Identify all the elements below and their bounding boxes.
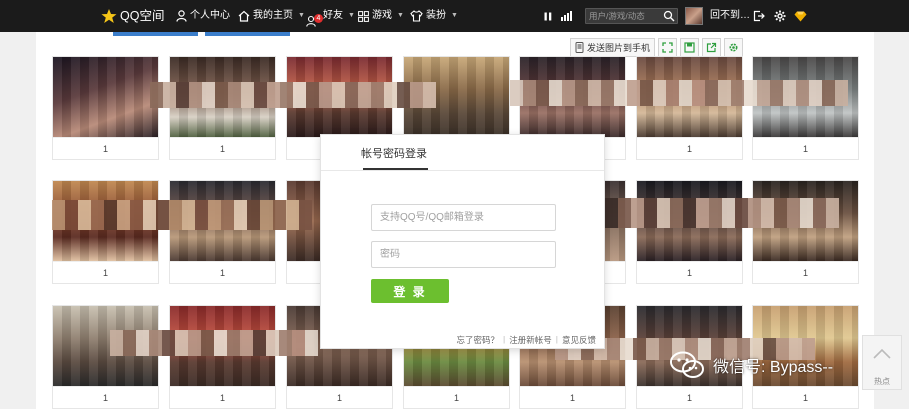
home-icon <box>238 10 250 22</box>
top-nav-bar: QQ空间 个人中心 我的主页 ▼ 4 好友 ▼ 游戏 ▼ 装扮 ▼ 回不到 <box>0 0 909 32</box>
search-icon[interactable] <box>663 10 675 22</box>
photo-caption: 1 <box>753 386 858 408</box>
photo-caption: 1 <box>287 386 392 408</box>
send-to-phone-button[interactable]: 发送图片到手机 <box>570 37 656 57</box>
nav-item-friends[interactable]: 4 好友 ▼ <box>306 0 355 32</box>
photo-toolbar: 发送图片到手机 <box>570 36 744 58</box>
photo-caption: 1 <box>170 386 275 408</box>
logo-text: QQ空间 <box>120 9 165 23</box>
pixelated-redaction <box>605 198 839 228</box>
phone-icon <box>575 41 584 53</box>
username-input[interactable] <box>372 205 555 230</box>
chevron-down-icon: ▼ <box>348 12 355 19</box>
fullscreen-button[interactable] <box>658 37 678 57</box>
nav-item-label: 个人中心 <box>190 10 230 21</box>
star-icon <box>101 9 117 23</box>
nav-item-label: 我的主页 <box>253 10 293 21</box>
photo-card[interactable]: 1 <box>169 56 276 160</box>
photo-caption: 1 <box>404 386 509 408</box>
pixelated-redaction <box>150 82 436 108</box>
username[interactable]: 回不到… <box>710 0 750 32</box>
password-field <box>371 241 556 268</box>
nav-item-label: 装扮 <box>426 10 446 21</box>
photo-caption: 1 <box>637 137 742 159</box>
photo-caption: 1 <box>753 261 858 283</box>
login-dialog: 帐号密码登录 登 录 忘了密码？ | 注册新帐号 | 意见反馈 <box>320 134 605 349</box>
back-to-top-widget[interactable]: 热点 <box>862 335 902 390</box>
share-button[interactable] <box>702 37 722 57</box>
settings-button[interactable] <box>724 37 744 57</box>
divider <box>321 170 604 171</box>
grid-icon <box>358 10 369 22</box>
photo-card[interactable]: 1 <box>52 180 159 284</box>
photo-caption: 1 <box>520 386 625 408</box>
separator: | <box>503 334 506 344</box>
nav-item-my-homepage[interactable]: 我的主页 ▼ <box>238 0 305 32</box>
signal-bars-icon[interactable] <box>561 0 572 32</box>
tab-password-login[interactable]: 帐号密码登录 <box>361 145 427 161</box>
login-links: 忘了密码？ | 注册新帐号 | 意见反馈 <box>457 334 596 346</box>
photo-card[interactable]: 1 <box>752 180 859 284</box>
chevron-down-icon: ▼ <box>397 12 404 19</box>
photo-thumbnail[interactable] <box>53 57 158 137</box>
gear-icon[interactable] <box>774 0 786 32</box>
photo-caption: 1 <box>53 386 158 408</box>
photo-caption: 1 <box>170 137 275 159</box>
nav-item-label: 好友 <box>323 10 343 21</box>
photo-card[interactable]: 1 <box>52 56 159 160</box>
save-icon <box>684 41 695 53</box>
photo-card[interactable]: 1 <box>52 305 159 409</box>
nav-item-decorate[interactable]: 装扮 ▼ <box>410 0 458 32</box>
gear-icon <box>729 42 738 52</box>
chevron-up-icon <box>873 348 891 359</box>
chevron-down-icon: ▼ <box>298 12 305 19</box>
pixelated-redaction <box>110 330 318 356</box>
photo-caption: 1 <box>637 386 742 408</box>
photo-caption: 1 <box>637 261 742 283</box>
photo-card[interactable]: 1 <box>752 56 859 160</box>
password-input[interactable] <box>372 242 555 267</box>
pause-icon[interactable] <box>544 0 552 32</box>
photo-card[interactable]: 1 <box>169 305 276 409</box>
register-link[interactable]: 注册新帐号 <box>509 334 552 346</box>
send-to-phone-label: 发送图片到手机 <box>587 42 651 53</box>
photo-caption: 1 <box>753 137 858 159</box>
tab-stub <box>205 32 290 36</box>
vip-diamond-icon[interactable] <box>794 0 807 32</box>
chevron-down-icon: ▼ <box>451 12 458 19</box>
search-box <box>585 8 678 24</box>
login-button[interactable]: 登 录 <box>371 279 449 303</box>
expand-icon <box>662 41 673 53</box>
photo-card[interactable]: 1 <box>169 180 276 284</box>
nav-item-personal-center[interactable]: 个人中心 <box>176 0 230 32</box>
search-input[interactable] <box>586 9 664 23</box>
save-button[interactable] <box>680 37 700 57</box>
avatar[interactable] <box>685 7 703 25</box>
share-icon <box>706 42 717 52</box>
tab-stub <box>113 32 198 36</box>
username-text: 回不到… <box>710 10 750 21</box>
watermark-text: 微信号: Bypass-- <box>713 359 834 376</box>
nav-item-label: 游戏 <box>372 10 392 21</box>
username-field <box>371 204 556 231</box>
forgot-password-link[interactable]: 忘了密码？ <box>457 334 500 346</box>
photo-caption: 1 <box>53 261 158 283</box>
person-icon <box>176 10 187 22</box>
qzone-logo[interactable]: QQ空间 <box>101 0 164 32</box>
logout-icon[interactable] <box>753 0 765 32</box>
photo-caption: 1 <box>53 137 158 159</box>
nav-item-games[interactable]: 游戏 ▼ <box>358 0 404 32</box>
photo-caption: 1 <box>170 261 275 283</box>
wechat-watermark: 微信号: Bypass-- <box>669 350 833 380</box>
feedback-link[interactable]: 意见反馈 <box>562 334 596 346</box>
photo-card[interactable]: 1 <box>636 56 743 160</box>
photo-card[interactable]: 1 <box>636 180 743 284</box>
hot-topics-label: 热点 <box>874 377 890 386</box>
pixelated-redaction <box>52 200 312 230</box>
friends-badge: 4 <box>314 14 323 23</box>
pixelated-redaction <box>510 80 848 106</box>
separator: | <box>555 334 558 344</box>
shirt-icon <box>410 10 423 22</box>
wechat-icon <box>670 351 704 378</box>
